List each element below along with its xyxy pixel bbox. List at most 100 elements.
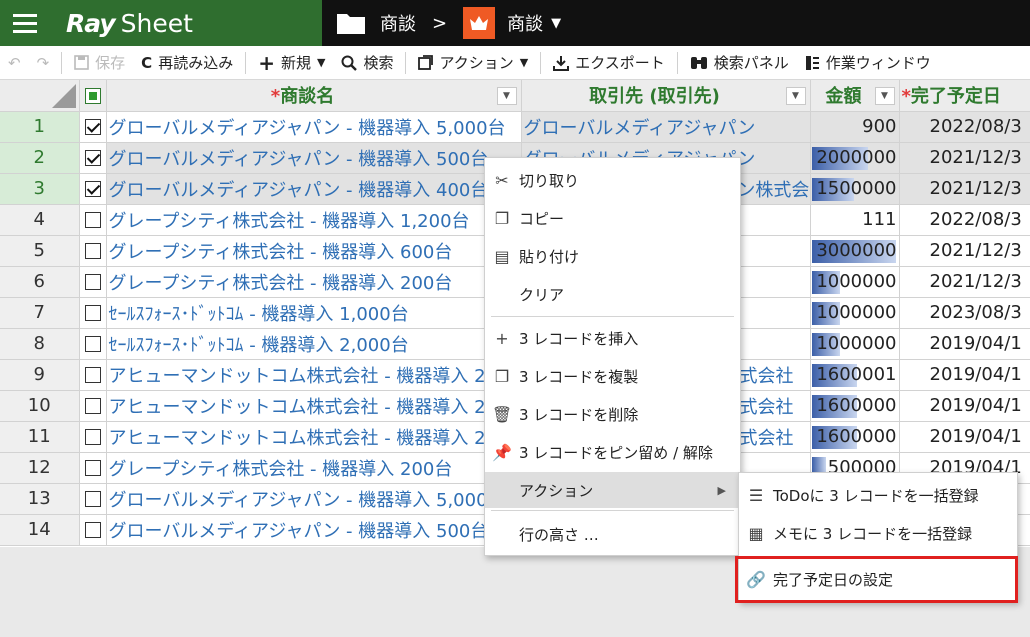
row-checkbox[interactable]: [84, 491, 101, 507]
row-checkbox[interactable]: [84, 336, 101, 352]
reload-button[interactable]: C 再読み込み: [133, 46, 241, 80]
cell-account[interactable]: グローバルメディアジャパン: [521, 111, 811, 143]
cell-amount[interactable]: 1600000: [810, 390, 900, 422]
chevron-down-icon[interactable]: ▼: [551, 16, 561, 31]
row-number[interactable]: 13: [0, 483, 80, 515]
menu-item-paste[interactable]: ▤ 貼り付け: [485, 238, 740, 274]
cell-amount[interactable]: 3000000: [810, 235, 900, 267]
menu-item-copy[interactable]: ❐ コピー: [485, 200, 740, 236]
row-checkbox-cell[interactable]: [79, 111, 107, 143]
menu-item-clear[interactable]: クリア: [485, 276, 740, 312]
select-all-corner[interactable]: [0, 80, 80, 112]
row-checkbox-cell[interactable]: [79, 173, 107, 205]
filter-dropdown-icon[interactable]: ▼: [785, 87, 806, 105]
breadcrumb-current[interactable]: 商談: [507, 10, 543, 36]
submenu-item-due-date[interactable]: 🔗 完了予定日の設定: [739, 561, 1017, 597]
chevron-down-icon[interactable]: ▼: [520, 56, 528, 69]
row-checkbox[interactable]: [84, 150, 101, 166]
cell-close-date[interactable]: 2021/12/3: [899, 142, 1030, 174]
row-number[interactable]: 5: [0, 235, 80, 267]
cell-close-date[interactable]: 2019/04/1: [899, 328, 1030, 360]
cell-deal-name[interactable]: グローバルメディアジャパン - 機器導入 5,000台: [106, 483, 522, 515]
row-checkbox[interactable]: [84, 522, 101, 538]
column-header-deal-name[interactable]: *商談名 ▼: [106, 80, 522, 112]
row-number[interactable]: 8: [0, 328, 80, 360]
row-checkbox-cell[interactable]: [79, 204, 107, 236]
cell-close-date[interactable]: 2021/12/3: [899, 235, 1030, 267]
header-checkbox[interactable]: [84, 87, 101, 104]
submenu-item-memo[interactable]: ▦ メモに 3 レコードを一括登録: [739, 515, 1017, 551]
menu-item-pin-records[interactable]: 📌 3 レコードをピン留め / 解除: [485, 434, 740, 470]
menu-item-row-height[interactable]: 行の高さ …: [485, 516, 740, 552]
row-number[interactable]: 10: [0, 390, 80, 422]
row-checkbox-cell[interactable]: [79, 266, 107, 298]
row-checkbox-cell[interactable]: [79, 142, 107, 174]
cell-deal-name[interactable]: グレープシティ株式会社 - 機器導入 600台: [106, 235, 522, 267]
row-number[interactable]: 1: [0, 111, 80, 143]
row-number[interactable]: 7: [0, 297, 80, 329]
row-checkbox-cell[interactable]: [79, 483, 107, 515]
search-button[interactable]: 検索: [333, 46, 401, 80]
export-button[interactable]: エクスポート: [545, 46, 673, 80]
search-panel-button[interactable]: 検索パネル: [682, 46, 797, 80]
cell-amount[interactable]: 1000000: [810, 297, 900, 329]
row-checkbox[interactable]: [84, 119, 101, 135]
cell-deal-name[interactable]: アヒューマンドットコム株式会社 - 機器導入 200台: [106, 359, 522, 391]
menu-item-insert-records[interactable]: +3 レコードを挿入: [485, 320, 740, 356]
cell-deal-name[interactable]: ｾｰﾙｽﾌｫｰｽ･ﾄﾞｯﾄｺﾑ - 機器導入 2,000台: [106, 328, 522, 360]
cell-close-date[interactable]: 2019/04/1: [899, 421, 1030, 453]
cell-amount[interactable]: 1500000: [810, 173, 900, 205]
cell-deal-name[interactable]: グローバルメディアジャパン - 機器導入 5,000台: [106, 111, 522, 143]
redo-button[interactable]: ↷: [29, 46, 58, 80]
cell-close-date[interactable]: 2019/04/1: [899, 390, 1030, 422]
cell-deal-name[interactable]: ｾｰﾙｽﾌｫｰｽ･ﾄﾞｯﾄｺﾑ - 機器導入 1,000台: [106, 297, 522, 329]
row-checkbox-cell[interactable]: [79, 235, 107, 267]
cell-deal-name[interactable]: アヒューマンドットコム株式会社 - 機器導入 200台: [106, 390, 522, 422]
row-checkbox[interactable]: [84, 274, 101, 290]
row-number[interactable]: 12: [0, 452, 80, 484]
cell-amount[interactable]: 111: [810, 204, 900, 236]
row-number[interactable]: 6: [0, 266, 80, 298]
row-checkbox[interactable]: [84, 460, 101, 476]
row-number[interactable]: 14: [0, 514, 80, 546]
undo-button[interactable]: ↶: [0, 46, 29, 80]
cell-amount[interactable]: 1000000: [810, 328, 900, 360]
menu-item-cut[interactable]: ✂ 切り取り: [485, 162, 740, 198]
row-checkbox-cell[interactable]: [79, 359, 107, 391]
row-checkbox-cell[interactable]: [79, 514, 107, 546]
cell-amount[interactable]: 1000000: [810, 266, 900, 298]
submenu-item-todo[interactable]: ☰ ToDoに 3 レコードを一括登録: [739, 477, 1017, 513]
cell-deal-name[interactable]: アヒューマンドットコム株式会社 - 機器導入 200台: [106, 421, 522, 453]
row-checkbox-cell[interactable]: [79, 297, 107, 329]
row-checkbox-cell[interactable]: [79, 328, 107, 360]
row-checkbox-cell[interactable]: [79, 452, 107, 484]
menu-item-duplicate-records[interactable]: ❐ 3 レコードを複製: [485, 358, 740, 394]
filter-dropdown-icon[interactable]: ▼: [874, 87, 895, 105]
cell-deal-name[interactable]: グレープシティ株式会社 - 機器導入 200台: [106, 266, 522, 298]
column-header-amount[interactable]: 金額 ▼: [810, 80, 900, 112]
cell-amount[interactable]: 2000000: [810, 142, 900, 174]
row-checkbox[interactable]: [84, 243, 101, 259]
cell-close-date[interactable]: 2022/08/3: [899, 204, 1030, 236]
row-checkbox[interactable]: [84, 398, 101, 414]
column-header-account[interactable]: 取引先 (取引先) ▼: [521, 80, 811, 112]
table-row[interactable]: 1 グローバルメディアジャパン - 機器導入 5,000台 グローバルメディアジャパ…: [0, 111, 1030, 143]
new-button[interactable]: + 新規 ▼: [250, 46, 333, 80]
work-window-button[interactable]: 作業ウィンドウ: [797, 46, 939, 80]
row-checkbox[interactable]: [84, 181, 101, 197]
filter-dropdown-icon[interactable]: ▼: [496, 87, 517, 105]
row-number[interactable]: 4: [0, 204, 80, 236]
row-checkbox[interactable]: [84, 429, 101, 445]
row-number[interactable]: 3: [0, 173, 80, 205]
cell-amount[interactable]: 1600000: [810, 421, 900, 453]
action-button[interactable]: アクション ▼: [410, 46, 536, 80]
cell-close-date[interactable]: 2021/12/3: [899, 266, 1030, 298]
cell-amount[interactable]: 1600001: [810, 359, 900, 391]
row-number[interactable]: 11: [0, 421, 80, 453]
cell-close-date[interactable]: 2023/08/3: [899, 297, 1030, 329]
row-checkbox[interactable]: [84, 212, 101, 228]
cell-close-date[interactable]: 2022/08/3: [899, 111, 1030, 143]
menu-item-delete-records[interactable]: 🗑 3 レコードを削除: [485, 396, 740, 432]
cell-close-date[interactable]: 2021/12/3: [899, 173, 1030, 205]
header-checkbox-cell[interactable]: [79, 80, 107, 112]
